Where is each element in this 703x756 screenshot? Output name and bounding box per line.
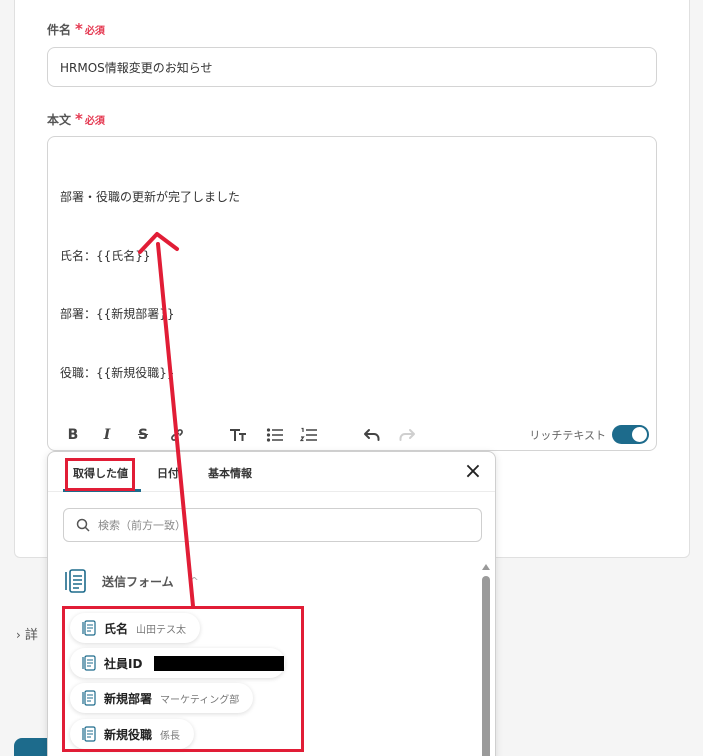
page: 件名 * 必須 HRMOS情報変更のお知らせ 本文 * 必須 部署・役職の更新が… — [0, 0, 703, 756]
annotation-arrow — [138, 232, 195, 608]
